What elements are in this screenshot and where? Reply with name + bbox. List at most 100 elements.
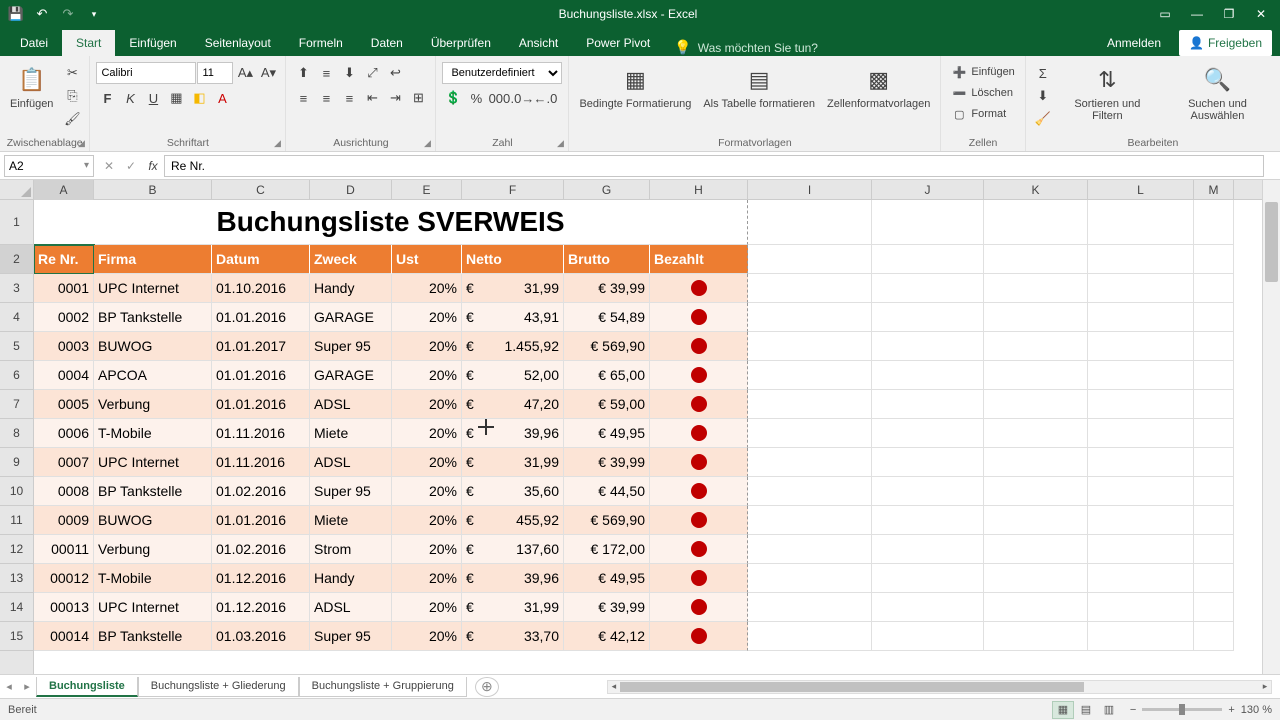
row-header-14[interactable]: 14 — [0, 593, 33, 622]
italic-button[interactable]: K — [119, 87, 141, 109]
cell[interactable] — [748, 564, 872, 593]
align-center-icon[interactable]: ≡ — [315, 87, 337, 109]
cell-firma[interactable]: BP Tankstelle — [94, 477, 212, 506]
alignment-dialog-launcher[interactable]: ◢ — [421, 137, 433, 149]
cell[interactable] — [1088, 303, 1194, 332]
clear-icon[interactable]: 🧹 — [1032, 108, 1054, 130]
wrap-text-icon[interactable]: ↩ — [384, 62, 406, 84]
cell[interactable] — [984, 332, 1088, 361]
redo-icon[interactable]: ↷ — [56, 3, 80, 25]
tab-start[interactable]: Start — [62, 30, 115, 56]
cell[interactable] — [1088, 622, 1194, 651]
column-header-I[interactable]: I — [748, 180, 872, 200]
cell-datum[interactable]: 01.12.2016 — [212, 593, 310, 622]
table-header-6[interactable]: Brutto — [564, 245, 650, 274]
underline-button[interactable]: U — [142, 87, 164, 109]
cell-firma[interactable]: T-Mobile — [94, 419, 212, 448]
cell-styles-button[interactable]: ▩ Zellenformatvorlagen — [823, 62, 934, 112]
find-select-button[interactable]: 🔍 Suchen und Auswählen — [1161, 62, 1274, 124]
cell-ust[interactable]: 20% — [392, 593, 462, 622]
cell[interactable] — [1088, 448, 1194, 477]
cell[interactable] — [872, 593, 984, 622]
column-header-K[interactable]: K — [984, 180, 1088, 200]
cell-firma[interactable]: UPC Internet — [94, 448, 212, 477]
cell-brutto[interactable]: € 172,00 — [564, 535, 650, 564]
cell[interactable] — [872, 332, 984, 361]
cell-zweck[interactable]: GARAGE — [310, 303, 392, 332]
cell-zweck[interactable]: Miete — [310, 419, 392, 448]
cell[interactable] — [872, 564, 984, 593]
cell[interactable] — [984, 419, 1088, 448]
cell[interactable] — [984, 535, 1088, 564]
cell-brutto[interactable]: € 39,99 — [564, 448, 650, 477]
cell[interactable] — [984, 448, 1088, 477]
cell[interactable] — [748, 303, 872, 332]
cell-netto[interactable]: €31,99 — [462, 448, 564, 477]
cell-renr[interactable]: 00014 — [34, 622, 94, 651]
cell[interactable] — [1088, 274, 1194, 303]
column-header-M[interactable]: M — [1194, 180, 1234, 200]
cell-renr[interactable]: 00011 — [34, 535, 94, 564]
cell-netto[interactable]: €31,99 — [462, 274, 564, 303]
cell-netto[interactable]: €35,60 — [462, 477, 564, 506]
cell-zweck[interactable]: Handy — [310, 564, 392, 593]
column-header-H[interactable]: H — [650, 180, 748, 200]
cell-datum[interactable]: 01.01.2017 — [212, 332, 310, 361]
column-header-F[interactable]: F — [462, 180, 564, 200]
cell-brutto[interactable]: € 569,90 — [564, 506, 650, 535]
cell[interactable] — [1088, 245, 1194, 274]
column-header-D[interactable]: D — [310, 180, 392, 200]
cell-bezahlt[interactable] — [650, 564, 748, 593]
cell[interactable] — [748, 593, 872, 622]
cell-netto[interactable]: €1.455,92 — [462, 332, 564, 361]
increase-indent-icon[interactable]: ⇥ — [384, 87, 406, 109]
table-header-7[interactable]: Bezahlt — [650, 245, 748, 274]
cell-brutto[interactable]: € 569,90 — [564, 332, 650, 361]
cell-brutto[interactable]: € 49,95 — [564, 419, 650, 448]
maximize-icon[interactable]: ❐ — [1214, 3, 1244, 25]
font-color-icon[interactable]: A — [211, 87, 233, 109]
align-left-icon[interactable]: ≡ — [292, 87, 314, 109]
cell[interactable] — [1088, 361, 1194, 390]
cell-renr[interactable]: 0006 — [34, 419, 94, 448]
cell-datum[interactable]: 01.12.2016 — [212, 564, 310, 593]
hscroll-thumb[interactable] — [620, 682, 1084, 692]
spreadsheet-grid[interactable]: 123456789101112131415 ABCDEFGHIJKLM Buch… — [0, 180, 1280, 674]
cell-datum[interactable]: 01.01.2016 — [212, 303, 310, 332]
table-header-5[interactable]: Netto — [462, 245, 564, 274]
cell-bezahlt[interactable] — [650, 274, 748, 303]
cell-firma[interactable]: BP Tankstelle — [94, 622, 212, 651]
border-icon[interactable]: ▦ — [165, 87, 187, 109]
cell[interactable] — [984, 361, 1088, 390]
cell[interactable] — [872, 419, 984, 448]
close-icon[interactable]: ✕ — [1246, 3, 1276, 25]
cell-renr[interactable]: 0008 — [34, 477, 94, 506]
cell[interactable] — [984, 200, 1088, 245]
column-header-L[interactable]: L — [1088, 180, 1194, 200]
cell-datum[interactable]: 01.10.2016 — [212, 274, 310, 303]
cell-firma[interactable]: BUWOG — [94, 506, 212, 535]
cell-renr[interactable]: 0009 — [34, 506, 94, 535]
cell-bezahlt[interactable] — [650, 622, 748, 651]
number-format-select[interactable]: Benutzerdefiniert — [442, 62, 562, 84]
cell-ust[interactable]: 20% — [392, 564, 462, 593]
paste-button[interactable]: 📋 Einfügen — [6, 62, 57, 112]
cell-brutto[interactable]: € 39,99 — [564, 593, 650, 622]
cell-zweck[interactable]: GARAGE — [310, 361, 392, 390]
table-header-3[interactable]: Zweck — [310, 245, 392, 274]
cell-datum[interactable]: 01.02.2016 — [212, 477, 310, 506]
row-header-8[interactable]: 8 — [0, 419, 33, 448]
cell-zweck[interactable]: Super 95 — [310, 622, 392, 651]
cell[interactable] — [1194, 564, 1234, 593]
cell-ust[interactable]: 20% — [392, 274, 462, 303]
cell-netto[interactable]: €39,96 — [462, 419, 564, 448]
align-right-icon[interactable]: ≡ — [338, 87, 360, 109]
cell[interactable] — [984, 564, 1088, 593]
row-header-9[interactable]: 9 — [0, 448, 33, 477]
fx-icon[interactable]: fx — [142, 155, 164, 177]
cell[interactable] — [1194, 245, 1234, 274]
increase-decimal-icon[interactable]: .0→ — [511, 87, 533, 109]
cell[interactable] — [984, 303, 1088, 332]
cell[interactable] — [748, 535, 872, 564]
orientation-icon[interactable]: ⤢ — [361, 62, 383, 84]
